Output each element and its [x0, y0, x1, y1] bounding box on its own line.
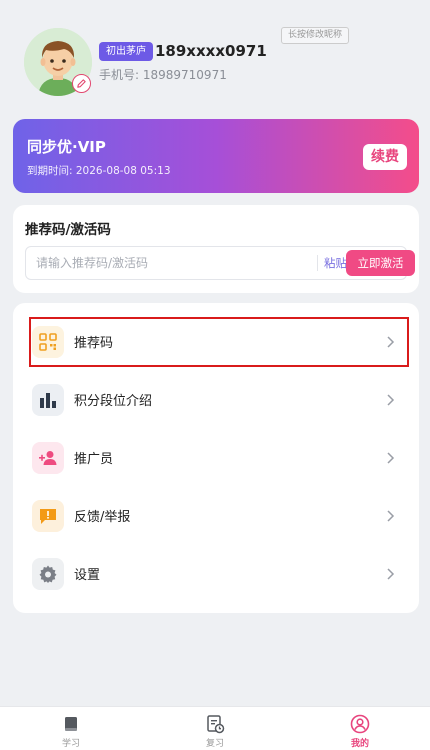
vip-expiry: 到期时间: 2026-08-08 05:13 [27, 165, 171, 177]
chevron-right-icon [387, 336, 395, 348]
menu-item-label: 推广员 [74, 452, 114, 467]
menu-item-promoter[interactable]: 推广员 [13, 429, 419, 487]
tab-label: 我的 [350, 739, 369, 749]
level-badge: 初出茅庐 [99, 42, 153, 61]
code-card: 推荐码/激活码 粘贴 立即激活 [13, 205, 419, 293]
vip-title: 同步优·VIP [27, 138, 106, 156]
rename-hint: 长按修改昵称 [281, 27, 350, 44]
menu-item-label: 反馈/举报 [74, 510, 131, 525]
tab-study[interactable]: 学习 [31, 707, 111, 750]
code-input-group: 粘贴 立即激活 [25, 246, 415, 280]
code-input[interactable] [26, 247, 296, 279]
book-icon [65, 717, 77, 731]
review-icon [207, 715, 225, 734]
profile-header: 初出茅庐 189xxxx0971 手机号: 18989710971 长按修改昵称 [0, 0, 430, 110]
qr-code-icon [32, 326, 64, 358]
menu-item-feedback[interactable]: 反馈/举报 [13, 487, 419, 545]
gear-icon [32, 558, 64, 590]
bar-chart-icon [32, 384, 64, 416]
chevron-right-icon [387, 568, 395, 580]
feedback-icon [32, 500, 64, 532]
renew-button[interactable]: 续费 [363, 144, 407, 170]
code-card-title: 推荐码/激活码 [25, 222, 111, 238]
pencil-icon [77, 79, 86, 88]
activate-button[interactable]: 立即激活 [346, 250, 415, 276]
menu-item-referral-code[interactable]: 推荐码 [13, 313, 419, 371]
chevron-right-icon [387, 510, 395, 522]
tab-label: 复习 [205, 739, 224, 749]
tab-mine[interactable]: 我的 [320, 707, 400, 750]
tab-label: 学习 [61, 739, 80, 749]
vip-card: 同步优·VIP 到期时间: 2026-08-08 05:13 续费 [13, 119, 419, 193]
username[interactable]: 189xxxx0971 [155, 41, 267, 61]
menu-item-label: 积分段位介绍 [74, 394, 153, 409]
menu-item-label: 设置 [74, 568, 101, 583]
person-icon [350, 714, 370, 734]
menu-list: 推荐码 积分段位介绍 推广员 反馈/举报 设置 [13, 303, 419, 613]
menu-item-points-rank[interactable]: 积分段位介绍 [13, 371, 419, 429]
paste-button[interactable]: 粘贴 [317, 255, 347, 271]
menu-item-settings[interactable]: 设置 [13, 545, 419, 603]
add-person-icon [32, 442, 64, 474]
phone-number: 手机号: 18989710971 [99, 68, 227, 82]
chevron-right-icon [387, 452, 395, 464]
menu-item-label: 推荐码 [74, 336, 114, 351]
edit-avatar-button[interactable] [72, 74, 91, 93]
tab-review[interactable]: 复习 [175, 707, 255, 750]
bottom-tab-bar: 学习 复习 我的 [0, 706, 430, 750]
chevron-right-icon [387, 394, 395, 406]
